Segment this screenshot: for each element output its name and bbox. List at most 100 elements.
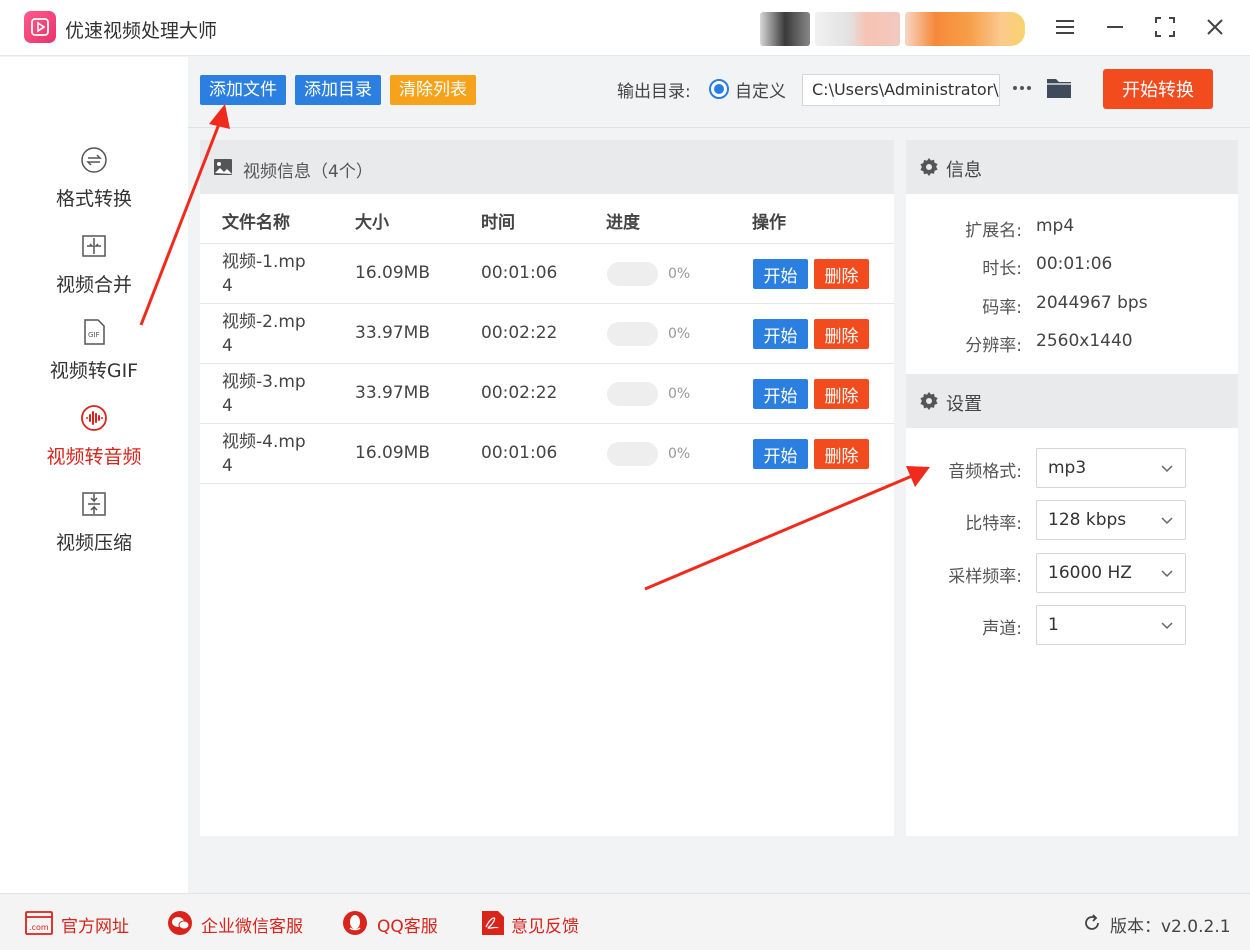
custom-output-label[interactable]: 自定义: [735, 77, 786, 102]
file-duration: 00:01:06: [481, 263, 558, 283]
file-name: 视频-3.mp4: [222, 372, 306, 416]
info-row: 码率: 2044967 bps: [906, 289, 1238, 319]
column-header-actions: 操作: [752, 213, 786, 233]
gear-icon: [920, 158, 938, 176]
close-icon: [1207, 19, 1223, 35]
start-button[interactable]: 开始: [753, 259, 808, 289]
folder-icon[interactable]: [1045, 75, 1073, 101]
file-size: 16.09MB: [355, 263, 430, 283]
custom-output-radio[interactable]: [709, 79, 729, 99]
progress-percent: 0%: [668, 386, 691, 402]
add-directory-button[interactable]: 添加目录: [295, 75, 381, 105]
progress-percent: 0%: [668, 266, 691, 282]
file-name: 视频-1.mp4: [222, 252, 306, 296]
qq-icon: [343, 911, 367, 935]
sidebar-item-video-compress[interactable]: 视频压缩: [0, 490, 188, 570]
table-row[interactable]: 视频-2.mp4 33.97MB 00:02:22 0% 开始 删除: [200, 303, 894, 363]
qq-service-label: QQ客服: [377, 917, 438, 937]
website-label: 官方网址: [61, 917, 129, 937]
sidebar-item-video-merge[interactable]: 视频合并: [0, 232, 188, 312]
blurred-account-area: [905, 12, 1025, 46]
delete-button[interactable]: 删除: [814, 439, 869, 469]
setting-row-audio-format: 音频格式: mp3: [906, 448, 1238, 488]
video-merge-icon: [82, 235, 106, 257]
setting-label: 采样频率:: [948, 567, 1022, 587]
start-button[interactable]: 开始: [753, 379, 808, 409]
progress-percent: 0%: [668, 326, 691, 342]
svg-text:GIF: GIF: [88, 331, 100, 339]
feedback-link[interactable]: 意见反馈: [479, 910, 589, 937]
select-value: mp3: [1048, 458, 1087, 478]
table-row[interactable]: 视频-1.mp4 16.09MB 00:01:06 0% 开始 删除: [200, 243, 894, 303]
file-duration: 00:02:22: [481, 383, 558, 403]
bitrate-select[interactable]: 128 kbps: [1036, 500, 1186, 540]
sidebar-item-video-to-audio[interactable]: 视频转音频: [0, 404, 188, 484]
progress-bar: [607, 262, 658, 286]
table-row[interactable]: 视频-4.mp4 16.09MB 00:01:06 0% 开始 删除: [200, 423, 894, 483]
select-value: 128 kbps: [1048, 510, 1127, 530]
info-label: 分辨率:: [965, 336, 1022, 356]
title-bar: 优速视频处理大师: [0, 0, 1250, 56]
delete-button[interactable]: 删除: [814, 319, 869, 349]
clear-list-button[interactable]: 清除列表: [390, 75, 476, 105]
wechat-service-link[interactable]: 企业微信客服: [167, 910, 312, 937]
wechat-icon: [168, 911, 192, 935]
format-convert-icon: [81, 147, 107, 173]
minimize-button[interactable]: [1100, 12, 1130, 42]
setting-label: 比特率:: [965, 514, 1022, 534]
info-header: 信息: [906, 140, 1238, 194]
setting-label: 声道:: [982, 619, 1022, 639]
file-name: 视频-2.mp4: [222, 312, 306, 356]
delete-button[interactable]: 删除: [814, 259, 869, 289]
app-title: 优速视频处理大师: [65, 20, 218, 42]
compress-icon: [82, 492, 106, 516]
progress-bar: [607, 442, 658, 466]
sidebar-item-label: 视频压缩: [55, 532, 132, 554]
output-path-input[interactable]: C:\Users\Administrator\: [802, 74, 1000, 106]
menu-button[interactable]: [1050, 12, 1080, 42]
sidebar-item-video-to-gif[interactable]: GIF 视频转GIF: [0, 318, 188, 398]
table-row[interactable]: 视频-3.mp4 33.97MB 00:02:22 0% 开始 删除: [200, 363, 894, 423]
progress-bar: [607, 382, 658, 406]
minimize-icon: [1107, 26, 1123, 28]
qq-service-link[interactable]: QQ客服: [342, 910, 447, 937]
column-header-filename: 文件名称: [222, 213, 290, 233]
column-header-time: 时间: [481, 213, 515, 233]
maximize-button[interactable]: [1150, 12, 1180, 42]
file-duration: 00:01:06: [481, 443, 558, 463]
info-value: 2044967 bps: [1036, 293, 1148, 313]
website-link[interactable]: .com 官方网址: [25, 910, 135, 937]
close-button[interactable]: [1200, 12, 1230, 42]
list-divider: [200, 483, 894, 484]
blurred-account-area: [815, 12, 900, 46]
sidebar: 格式转换 视频合并 GIF 视频转GIF 视频转音频 视频压缩: [0, 57, 188, 893]
setting-row-bitrate: 比特率: 128 kbps: [906, 500, 1238, 540]
sidebar-item-format-convert[interactable]: 格式转换: [0, 146, 188, 226]
wechat-service-label: 企业微信客服: [201, 917, 303, 937]
blurred-account-area: [760, 12, 810, 46]
delete-button[interactable]: 删除: [814, 379, 869, 409]
refresh-icon: [1085, 914, 1099, 930]
audio-format-select[interactable]: mp3: [1036, 448, 1186, 488]
video-list-header: 视频信息（4个）: [200, 140, 894, 194]
chevron-down-icon: [1161, 570, 1173, 578]
gear-icon: [920, 392, 938, 410]
version-label: 版本：v2.0.2.1: [1110, 917, 1231, 937]
start-button[interactable]: 开始: [753, 439, 808, 469]
sample-rate-select[interactable]: 16000 HZ: [1036, 553, 1186, 593]
feedback-label: 意见反馈: [511, 917, 579, 937]
sidebar-item-label: 视频转音频: [46, 446, 142, 468]
info-value: 2560x1440: [1036, 331, 1133, 351]
add-file-button[interactable]: 添加文件: [200, 75, 286, 105]
file-size: 16.09MB: [355, 443, 430, 463]
menu-icon: [1056, 20, 1074, 34]
video-list-panel: 视频信息（4个） 文件名称 大小 时间 进度 操作 视频-1.mp4 16.09…: [200, 140, 894, 836]
start-convert-button[interactable]: 开始转换: [1103, 69, 1213, 109]
start-button[interactable]: 开始: [753, 319, 808, 349]
gif-icon: GIF: [84, 319, 105, 345]
file-size: 33.97MB: [355, 323, 430, 343]
more-options-icon[interactable]: [1011, 76, 1033, 100]
column-header-progress: 进度: [606, 213, 640, 233]
audio-wave-icon: [81, 405, 107, 431]
channels-select[interactable]: 1: [1036, 605, 1186, 645]
